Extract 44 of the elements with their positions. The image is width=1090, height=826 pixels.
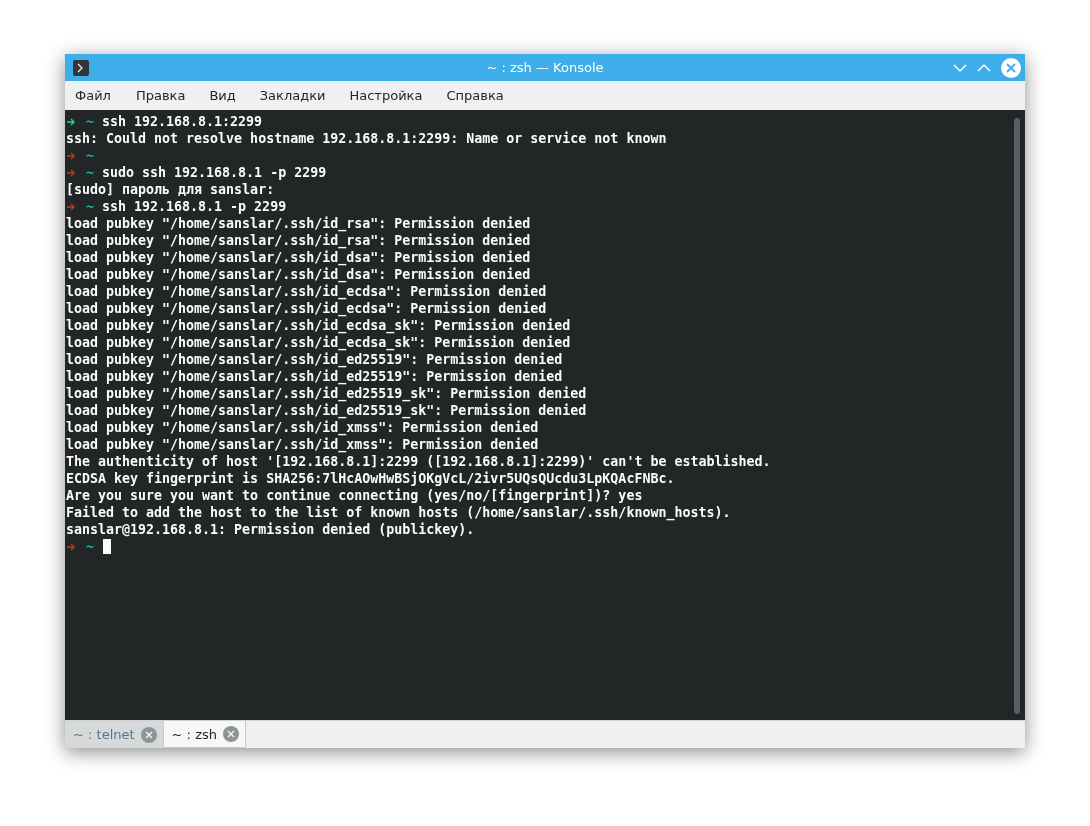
output-line: load pubkey "/home/sanslar/.ssh/id_ecdsa": Permission denied [66,283,547,300]
prompt-directory: ~ [86,538,94,555]
menu-item[interactable]: Вид [209,88,248,103]
output-line: load pubkey "/home/sanslar/.ssh/id_ecdsa": Permission denied [66,300,547,317]
output-line: [sudo] пароль для sanslar: [66,181,275,198]
output-line: The authenticity of host '[192.168.8.1]:2299 ([192.168.8.1]:2299)' can't be established. [66,453,771,470]
output-line: load pubkey "/home/sanslar/.ssh/id_ed25519_sk": Permission denied [66,402,587,419]
close-icon[interactable] [222,726,239,742]
menu-item[interactable]: Справка [446,88,516,103]
command-text: sudo ssh 192.168.8.1 -p 2299 [102,164,327,181]
scrollbar[interactable] [1014,118,1020,714]
prompt-directory: ~ [86,164,94,181]
menu-item[interactable]: Закладки [259,88,338,103]
output-line: ECDSA key fingerprint is SHA256:7lHcAOwHwBSjOKgVcL/2ivr5UQsQUcdu3LpKQAcFNBc. [66,470,675,487]
output-line: load pubkey "/home/sanslar/.ssh/id_xmss": Permission denied [66,419,539,436]
output-line: load pubkey "/home/sanslar/.ssh/id_rsa": Permission denied [66,232,531,249]
output-line: load pubkey "/home/sanslar/.ssh/id_rsa": Permission denied [66,215,531,232]
output-line: load pubkey "/home/sanslar/.ssh/id_ed25519": Permission denied [66,368,563,385]
terminal-icon [73,59,89,76]
output-line: load pubkey "/home/sanslar/.ssh/id_dsa": Permission denied [66,249,531,266]
output-line: load pubkey "/home/sanslar/.ssh/id_ed25519": Permission denied [66,351,563,368]
menu-item[interactable]: Настройка [349,88,435,103]
prompt-directory: ~ [86,147,94,164]
output-line: load pubkey "/home/sanslar/.ssh/id_dsa": Permission denied [66,266,531,283]
output-line: load pubkey "/home/sanslar/.ssh/id_ecdsa_sk": Permission denied [66,317,571,334]
menu-item[interactable]: Файл [75,88,123,103]
close-icon[interactable] [1001,57,1021,78]
maximize-icon[interactable] [977,62,991,73]
output-line: sanslar@192.168.8.1: Permission denied (publickey). [66,521,475,538]
command-text: ssh 192.168.8.1 -p 2299 [102,198,287,215]
prompt-directory: ~ [86,198,94,215]
output-line: load pubkey "/home/sanslar/.ssh/id_ecdsa_sk": Permission denied [66,334,571,351]
minimize-icon[interactable] [953,62,967,73]
window-title: ~ : zsh — Konsole [486,60,604,75]
prompt-directory: ~ [86,113,94,130]
tab[interactable]: ~ : zsh [162,721,246,748]
output-line: load pubkey "/home/sanslar/.ssh/id_xmss": Permission denied [66,436,539,453]
output-line: ssh: Could not resolve hostname 192.168.8.1:2299: Name or service not known [66,130,667,147]
output-line: load pubkey "/home/sanslar/.ssh/id_ed25519_sk": Permission denied [66,385,587,402]
menu-item[interactable]: Правка [135,88,198,103]
close-icon[interactable] [140,726,157,743]
command-text: ssh 192.168.8.1:2299 [102,113,263,130]
output-line: Failed to add the host to the list of known hosts (/home/sanslar/.ssh/known_hosts). [66,504,731,521]
output-line: Are you sure you want to continue connecting (yes/no/[fingerprint])? yes [66,487,643,504]
